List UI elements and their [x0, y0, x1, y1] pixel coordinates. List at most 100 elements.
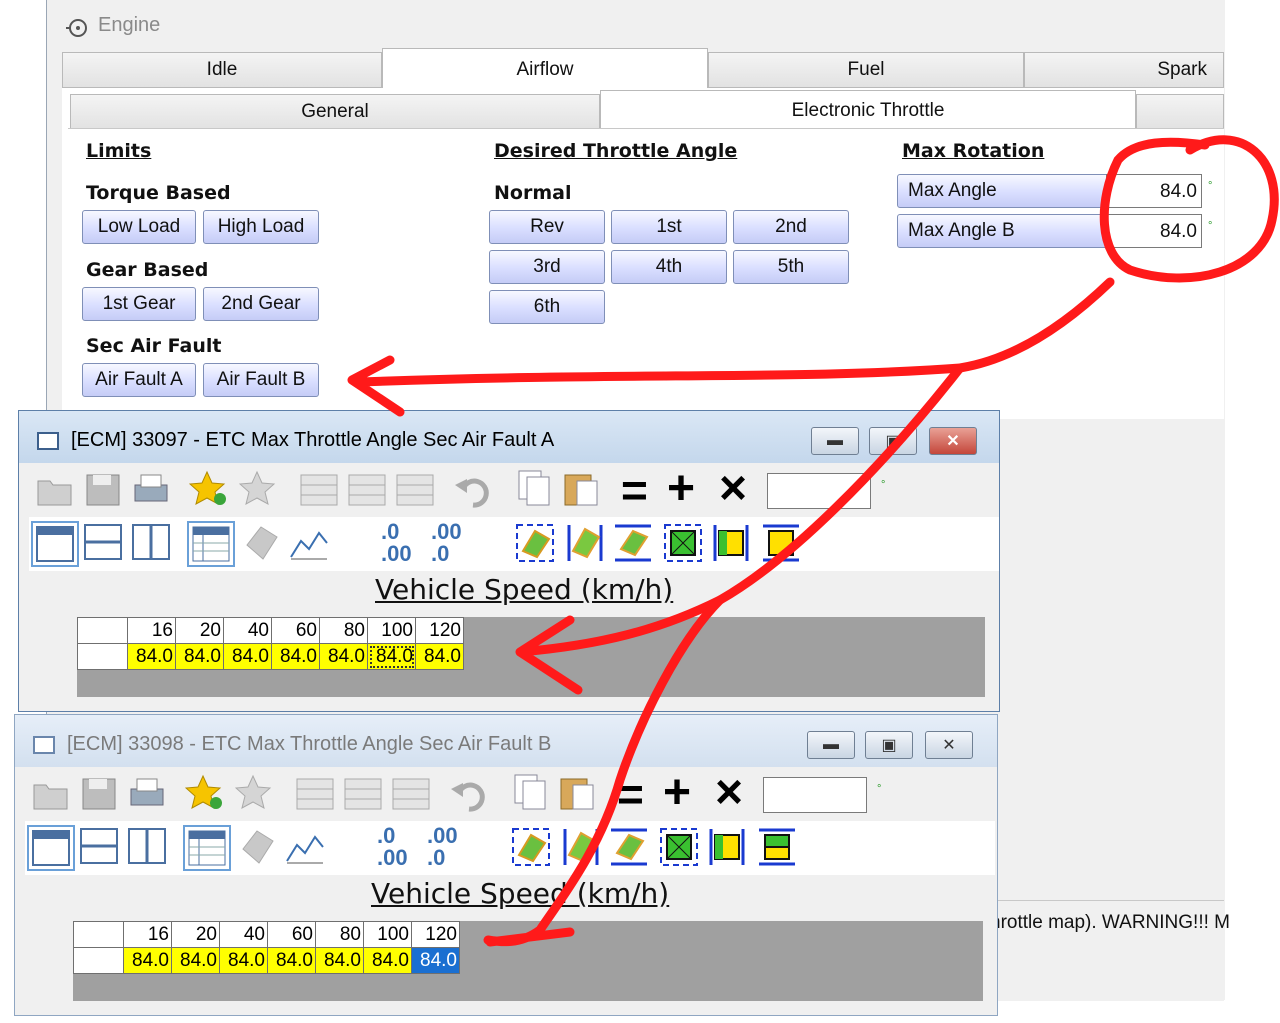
table-view-icon[interactable] — [187, 521, 235, 567]
value-cell-40[interactable]: 84.0 — [223, 643, 272, 670]
value-cell-20[interactable]: 84.0 — [175, 643, 224, 670]
color-map-icon-3[interactable] — [613, 523, 653, 562]
grid-icon-2[interactable] — [347, 471, 387, 509]
paste-icon[interactable] — [557, 773, 597, 811]
color-select-icon-3[interactable] — [761, 523, 801, 562]
high-load-button[interactable]: High Load — [203, 210, 319, 244]
color-select-icon-3[interactable] — [757, 827, 797, 866]
open-icon[interactable] — [35, 471, 75, 509]
air-fault-b-button[interactable]: Air Fault B — [203, 363, 319, 397]
max-angle-value[interactable]: 84.0 — [1106, 174, 1202, 208]
low-load-button[interactable]: Low Load — [82, 210, 196, 244]
close-button[interactable]: ✕ — [925, 731, 973, 759]
graph-icon[interactable] — [285, 827, 325, 865]
increase-decimals-icon[interactable]: .00.0 — [427, 825, 458, 869]
maximize-button[interactable]: ▣ — [865, 731, 913, 759]
tab-airflow[interactable]: Airflow — [382, 48, 708, 90]
value-cell-80[interactable]: 84.0 — [315, 947, 364, 974]
undo-icon[interactable] — [449, 775, 489, 813]
subtab-electronic-throttle[interactable]: Electronic Throttle — [600, 90, 1136, 130]
grid-icon-1[interactable] — [295, 775, 335, 813]
undo-icon[interactable] — [453, 471, 493, 509]
2nd-button[interactable]: 2nd — [733, 210, 849, 244]
max-angle-b-button[interactable]: Max Angle B — [897, 214, 1109, 248]
value-cell-40[interactable]: 84.0 — [219, 947, 268, 974]
graph-icon[interactable] — [289, 523, 329, 561]
color-map-icon-1[interactable] — [515, 523, 555, 562]
tab-idle[interactable]: Idle — [62, 52, 382, 88]
3rd-button[interactable]: 3rd — [489, 250, 605, 284]
3d-view-icon[interactable] — [237, 827, 277, 865]
open-icon[interactable] — [31, 775, 71, 813]
2nd-gear-button[interactable]: 2nd Gear — [203, 287, 319, 321]
add-favorite-icon[interactable] — [184, 773, 225, 811]
5th-button[interactable]: 5th — [733, 250, 849, 284]
3d-view-icon[interactable] — [241, 523, 281, 561]
tab-fuel[interactable]: Fuel — [708, 52, 1024, 88]
operation-value-input[interactable] — [763, 777, 867, 813]
color-map-icon-1[interactable] — [511, 827, 551, 866]
multiply-button[interactable]: × — [715, 769, 743, 817]
color-map-icon-2[interactable] — [565, 523, 605, 561]
minimize-button[interactable]: ▬ — [807, 731, 855, 759]
paste-icon[interactable] — [561, 469, 601, 507]
value-cell-120[interactable]: 84.0 — [415, 643, 464, 670]
value-cell-16[interactable]: 84.0 — [127, 643, 176, 670]
remove-favorite-icon[interactable] — [238, 469, 279, 507]
view-vertical-split-icon[interactable] — [131, 523, 171, 561]
save-icon[interactable] — [79, 775, 119, 813]
plus-button[interactable]: + — [667, 465, 695, 513]
table-view-icon[interactable] — [183, 825, 231, 871]
value-cell-80[interactable]: 84.0 — [319, 643, 368, 670]
value-cell-20[interactable]: 84.0 — [171, 947, 220, 974]
add-favorite-icon[interactable] — [188, 469, 229, 507]
color-select-icon-2[interactable] — [711, 523, 751, 561]
copy-icon[interactable] — [513, 469, 553, 507]
print-icon[interactable] — [131, 471, 171, 509]
grid-icon-1[interactable] — [299, 471, 339, 509]
max-angle-b-value[interactable]: 84.0 — [1106, 214, 1202, 248]
multiply-button[interactable]: × — [719, 465, 747, 513]
copy-icon[interactable] — [509, 773, 549, 811]
subtab-general[interactable]: General — [70, 94, 600, 130]
grid-icon-3[interactable] — [395, 471, 435, 509]
maximize-button[interactable]: ▣ — [869, 427, 917, 455]
equals-button[interactable]: = — [621, 467, 648, 513]
print-icon[interactable] — [127, 775, 167, 813]
grid-icon-2[interactable] — [343, 775, 383, 813]
tab-spark[interactable]: Spark — [1024, 52, 1224, 88]
equals-button[interactable]: = — [617, 771, 644, 817]
4th-button[interactable]: 4th — [611, 250, 727, 284]
decrease-decimals-icon[interactable]: .0.00 — [377, 825, 408, 869]
1st-gear-button[interactable]: 1st Gear — [82, 287, 196, 321]
value-cell-100[interactable]: 84.0 — [363, 947, 412, 974]
color-map-icon-3[interactable] — [609, 827, 649, 866]
value-cell-60[interactable]: 84.0 — [267, 947, 316, 974]
1st-button[interactable]: 1st — [611, 210, 727, 244]
grid-icon-3[interactable] — [391, 775, 431, 813]
6th-button[interactable]: 6th — [489, 290, 605, 324]
subtab-extra[interactable] — [1136, 94, 1224, 130]
view-single-icon[interactable] — [27, 825, 75, 871]
view-vertical-split-icon[interactable] — [127, 827, 167, 865]
color-select-icon-1[interactable] — [663, 523, 703, 562]
plus-button[interactable]: + — [663, 769, 691, 817]
value-cell-16[interactable]: 84.0 — [123, 947, 172, 974]
increase-decimals-icon[interactable]: .00.0 — [431, 521, 462, 565]
remove-favorite-icon[interactable] — [234, 773, 275, 811]
color-select-icon-2[interactable] — [707, 827, 747, 865]
view-horizontal-split-icon[interactable] — [83, 523, 123, 561]
value-cell-60[interactable]: 84.0 — [271, 643, 320, 670]
view-horizontal-split-icon[interactable] — [79, 827, 119, 865]
decrease-decimals-icon[interactable]: .0.00 — [381, 521, 412, 565]
color-map-icon-2[interactable] — [561, 827, 601, 865]
value-cell-100[interactable]: 84.0 — [367, 643, 416, 670]
value-cell-120[interactable]: 84.0 — [411, 947, 460, 974]
view-single-icon[interactable] — [31, 521, 79, 567]
save-icon[interactable] — [83, 471, 123, 509]
operation-value-input[interactable] — [767, 473, 871, 509]
minimize-button[interactable]: ▬ — [811, 427, 859, 455]
air-fault-a-button[interactable]: Air Fault A — [82, 363, 196, 397]
close-button[interactable]: ✕ — [929, 427, 977, 455]
color-select-icon-1[interactable] — [659, 827, 699, 866]
